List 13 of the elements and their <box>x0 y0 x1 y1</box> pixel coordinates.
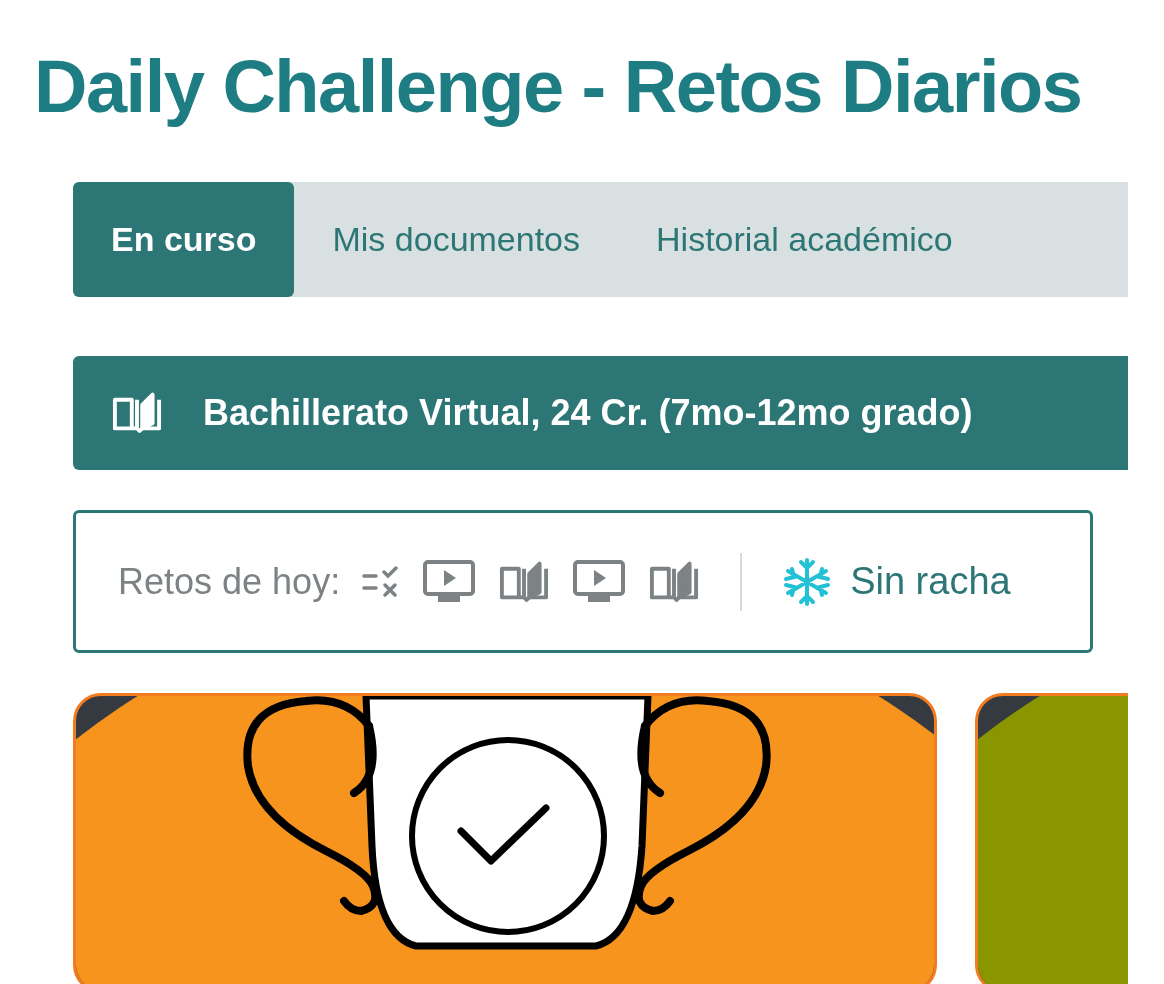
video-play-icon[interactable] <box>422 558 477 605</box>
checklist-icon[interactable] <box>362 563 401 600</box>
course-title: Bachillerato Virtual, 24 Cr. (7mo-12mo grado) <box>203 391 973 435</box>
challenges-label: Retos de hoy: <box>118 559 341 604</box>
tab[interactable]: En curso <box>73 182 295 297</box>
snowflake-icon <box>782 556 833 607</box>
tab[interactable]: Mis documentos <box>294 182 619 297</box>
tab[interactable]: Historial académico <box>618 182 991 297</box>
open-book-icon[interactable] <box>498 560 551 603</box>
open-book-icon <box>111 392 163 434</box>
video-play-icon[interactable] <box>572 558 627 605</box>
streak-status: Sin racha <box>850 559 1011 604</box>
open-book-icon[interactable] <box>648 560 701 603</box>
